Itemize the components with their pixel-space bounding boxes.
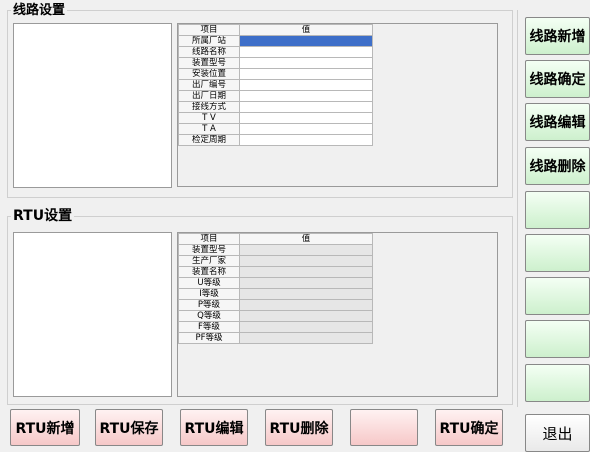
property-label: T A: [178, 123, 240, 135]
property-label: 出厂日期: [178, 90, 240, 102]
rtu-property-grid[interactable]: 项目 值 装置型号 生产厂家 装置名称 U等级 I等级 P等级 Q等级 F等级 PF等级: [177, 232, 498, 397]
property-value-cell[interactable]: [239, 288, 373, 300]
property-label: 出厂编号: [178, 79, 240, 91]
property-value-cell[interactable]: [239, 277, 373, 289]
property-value-cell[interactable]: [239, 134, 373, 146]
table-row[interactable]: 接线方式: [178, 101, 373, 113]
rtu-settings-title: RTU设置: [11, 207, 75, 225]
property-label: 生产厂家: [178, 255, 240, 267]
property-value-cell[interactable]: [239, 321, 373, 333]
rtu-edit-button[interactable]: RTU编辑: [180, 409, 248, 446]
table-row[interactable]: 装置名称: [178, 266, 373, 278]
property-value-cell[interactable]: [239, 68, 373, 80]
table-row[interactable]: U等级: [178, 277, 373, 289]
table-row[interactable]: Q等级: [178, 310, 373, 322]
line-add-button[interactable]: 线路新增: [525, 17, 590, 55]
property-value-cell[interactable]: [239, 46, 373, 58]
rtu-delete-button[interactable]: RTU删除: [265, 409, 333, 446]
table-row[interactable]: F等级: [178, 321, 373, 333]
property-label: 安装位置: [178, 68, 240, 80]
property-value-cell[interactable]: [239, 123, 373, 135]
property-label: 接线方式: [178, 101, 240, 113]
column-header-item: 项目: [178, 233, 240, 245]
rtu-add-button[interactable]: RTU新增: [10, 409, 80, 446]
line-settings-title: 线路设置: [11, 2, 68, 20]
column-header-value: 值: [239, 233, 373, 245]
exit-button[interactable]: 退出: [525, 414, 590, 452]
table-row[interactable]: PF等级: [178, 332, 373, 344]
rtu-confirm-button[interactable]: RTU确定: [435, 409, 503, 446]
table-row[interactable]: P等级: [178, 299, 373, 311]
table-row[interactable]: 线路名称: [178, 46, 373, 58]
table-row[interactable]: I等级: [178, 288, 373, 300]
property-label: U等级: [178, 277, 240, 289]
blank-button-2[interactable]: [525, 234, 590, 272]
blank-button-1[interactable]: [525, 191, 590, 229]
property-value-cell[interactable]: [239, 90, 373, 102]
property-label: Q等级: [178, 310, 240, 322]
line-property-table[interactable]: 项目 值 所属厂站 线路名称 装置型号 安装位置 出厂编号 出厂日期 接线方式 T VT A检…: [178, 24, 373, 146]
line-delete-button[interactable]: 线路删除: [525, 147, 590, 185]
property-label: 所属厂站: [178, 35, 240, 47]
property-value-cell[interactable]: [239, 244, 373, 256]
table-row[interactable]: T A: [178, 123, 373, 135]
column-header-value: 值: [239, 24, 373, 36]
property-label: 检定周期: [178, 134, 240, 146]
table-row[interactable]: 装置型号: [178, 244, 373, 256]
property-value-cell[interactable]: [239, 266, 373, 278]
blank-pink-button[interactable]: [350, 409, 418, 446]
property-label: P等级: [178, 299, 240, 311]
blank-button-3[interactable]: [525, 277, 590, 315]
table-row[interactable]: 装置型号: [178, 57, 373, 69]
property-value-cell[interactable]: [239, 310, 373, 322]
property-value-cell[interactable]: [239, 299, 373, 311]
table-row[interactable]: 安装位置: [178, 68, 373, 80]
property-label: 装置型号: [178, 244, 240, 256]
table-row[interactable]: 出厂日期: [178, 90, 373, 102]
table-row[interactable]: T V: [178, 112, 373, 124]
table-row[interactable]: 出厂编号: [178, 79, 373, 91]
property-value-cell[interactable]: [239, 255, 373, 267]
line-confirm-button[interactable]: 线路确定: [525, 60, 590, 98]
property-value-cell[interactable]: [239, 101, 373, 113]
rtu-list[interactable]: [13, 232, 172, 397]
table-row[interactable]: 生产厂家: [178, 255, 373, 267]
blank-button-5[interactable]: [525, 364, 590, 402]
property-label: 装置型号: [178, 57, 240, 69]
property-label: 装置名称: [178, 266, 240, 278]
table-row[interactable]: 检定周期: [178, 134, 373, 146]
blank-button-4[interactable]: [525, 320, 590, 358]
rtu-property-table[interactable]: 项目 值 装置型号 生产厂家 装置名称 U等级 I等级 P等级 Q等级 F等级 PF等级: [178, 233, 373, 344]
property-value-cell[interactable]: [239, 112, 373, 124]
property-label: PF等级: [178, 332, 240, 344]
property-value-cell[interactable]: [239, 35, 373, 47]
line-list[interactable]: [13, 23, 172, 188]
table-row[interactable]: 所属厂站: [178, 35, 373, 47]
property-value-cell[interactable]: [239, 57, 373, 69]
property-value-cell[interactable]: [239, 79, 373, 91]
column-header-item: 项目: [178, 24, 240, 36]
rtu-save-button[interactable]: RTU保存: [95, 409, 163, 446]
property-label: I等级: [178, 288, 240, 300]
property-label: 线路名称: [178, 46, 240, 58]
right-panel-divider: [517, 10, 518, 407]
line-property-grid[interactable]: 项目 值 所属厂站 线路名称 装置型号 安装位置 出厂编号 出厂日期 接线方式 T VT A检…: [177, 23, 498, 187]
property-label: T V: [178, 112, 240, 124]
property-label: F等级: [178, 321, 240, 333]
line-edit-button[interactable]: 线路编辑: [525, 103, 590, 141]
property-value-cell[interactable]: [239, 332, 373, 344]
